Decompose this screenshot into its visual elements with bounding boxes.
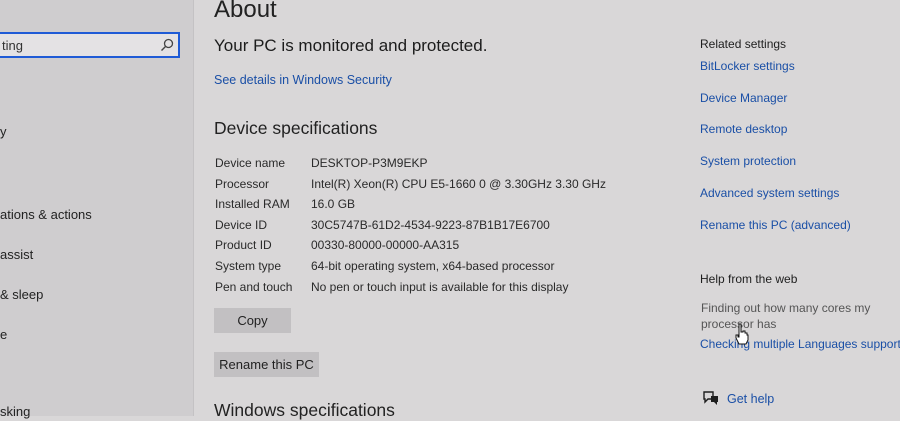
get-help-icon[interactable]: [702, 390, 720, 406]
rename-pc-button[interactable]: Rename this PC: [214, 352, 319, 377]
sidebar-item-multitasking[interactable]: sking: [0, 404, 30, 419]
search-box[interactable]: ting: [0, 32, 180, 58]
main-content: About Your PC is monitored and protected…: [194, 0, 900, 420]
related-settings-heading: Related settings: [700, 37, 787, 51]
spec-value: 30C5747B-61D2-4534-9223-87B1B17E6700: [311, 218, 550, 232]
rename-pc-advanced-link[interactable]: Rename this PC (advanced): [700, 218, 851, 232]
remote-desktop-link[interactable]: Remote desktop: [700, 122, 787, 136]
spec-value: Intel(R) Xeon(R) CPU E5-1660 0 @ 3.30GHz…: [311, 177, 606, 191]
sidebar: ting y ations & actions assist & sleep e…: [0, 0, 194, 419]
spec-value: 16.0 GB: [311, 197, 356, 211]
help-languages-link[interactable]: Checking multiple Languages support: [700, 337, 900, 351]
device-specs-heading: Device specifications: [214, 118, 378, 138]
spec-label: Device ID: [215, 218, 268, 232]
windows-specs-heading: Windows specifications: [214, 400, 395, 420]
protection-status: Your PC is monitored and protected.: [214, 36, 488, 55]
spec-label: Product ID: [215, 238, 272, 252]
copy-button[interactable]: Copy: [214, 308, 291, 333]
sidebar-item-power-sleep[interactable]: & sleep: [0, 287, 43, 302]
system-protection-link[interactable]: System protection: [700, 154, 796, 168]
sidebar-item-focus-assist[interactable]: assist: [0, 247, 33, 262]
spec-label: System type: [215, 259, 282, 273]
spec-value: DESKTOP-P3M9EKP: [311, 156, 428, 170]
spec-value: No pen or touch input is available for t…: [311, 280, 569, 294]
search-input[interactable]: ting: [2, 38, 23, 53]
help-from-web-heading: Help from the web: [700, 272, 798, 286]
spec-label: Pen and touch: [215, 280, 293, 294]
spec-label: Processor: [215, 177, 270, 191]
hand-cursor-icon: [735, 323, 749, 345]
advanced-system-settings-link[interactable]: Advanced system settings: [700, 186, 839, 200]
sidebar-item-1[interactable]: y: [0, 124, 7, 139]
device-manager-link[interactable]: Device Manager: [700, 91, 787, 105]
see-details-link[interactable]: See details in Windows Security: [214, 73, 392, 87]
bitlocker-settings-link[interactable]: BitLocker settings: [700, 59, 795, 73]
spec-label: Device name: [215, 156, 286, 170]
search-icon[interactable]: [160, 38, 174, 52]
sidebar-item-storage[interactable]: e: [0, 327, 7, 342]
page-title: About: [214, 0, 277, 23]
help-cores-link[interactable]: Finding out how many cores my processor …: [701, 300, 871, 332]
sidebar-item-notifications[interactable]: ations & actions: [0, 207, 92, 222]
spec-label: Installed RAM: [215, 197, 290, 211]
get-help-link[interactable]: Get help: [727, 392, 774, 406]
spec-value: 00330-80000-00000-AA315: [311, 238, 460, 252]
spec-value: 64-bit operating system, x64-based proce…: [311, 259, 555, 273]
